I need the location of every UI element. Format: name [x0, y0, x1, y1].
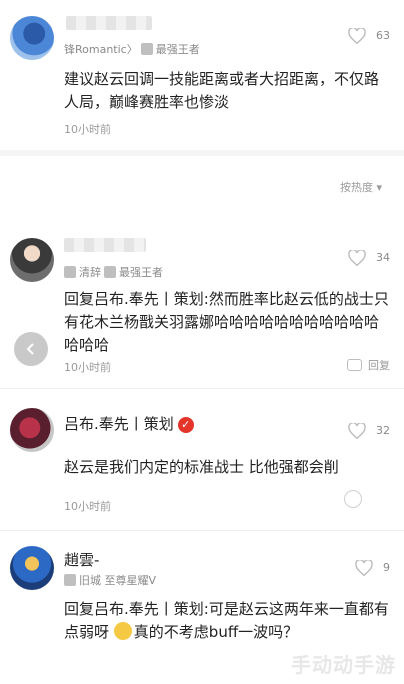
user-line: 旧城 至尊星耀V	[64, 572, 156, 588]
comment-text-after: 真的不考虑buff一波吗？	[133, 623, 299, 641]
user-tag: 最强王者	[119, 266, 163, 279]
level-badge-icon	[64, 574, 76, 586]
heart-icon	[348, 422, 366, 440]
like-count: 32	[376, 424, 390, 437]
comment-text: 回复吕布.奉先丨策划:然而胜率比赵云低的战士只有花木兰杨戬关羽露娜哈哈哈哈哈哈哈…	[64, 290, 389, 354]
comment-text: 回复吕布.奉先丨策划:可是赵云这两年来一直都有点弱呀 真的不考虑buff一波吗？	[64, 598, 390, 644]
user-tag: 最强王者	[155, 43, 200, 56]
username[interactable]: 锋Romantic〉	[64, 43, 138, 56]
smiley-emoji-icon	[113, 622, 132, 640]
back-button[interactable]	[14, 332, 48, 366]
reply-button[interactable]: 回复	[347, 357, 390, 373]
avatar[interactable]	[10, 238, 54, 282]
heart-icon	[348, 249, 366, 267]
heart-icon	[355, 559, 373, 577]
user-line: 清辞 最强王者	[64, 264, 163, 280]
comment-icon	[347, 359, 362, 371]
comment-text: 建议赵云回调一技能距离或者大招距离，不仅路人局，巅峰赛胜率也惨淡	[64, 70, 380, 111]
username[interactable]: 清辞	[79, 266, 101, 279]
avatar[interactable]	[10, 546, 54, 590]
like-button[interactable]: 63	[348, 27, 390, 45]
divider	[0, 530, 404, 531]
user-tag: 旧城 至尊星耀V	[79, 574, 157, 587]
comment-time: 10小时前	[64, 123, 111, 136]
like-button[interactable]: 9	[355, 559, 390, 577]
avatar[interactable]	[10, 408, 54, 452]
watermark: 手动动手游	[291, 653, 396, 677]
comment-time: 10小时前	[64, 361, 111, 374]
divider	[0, 388, 404, 389]
like-button[interactable]: 34	[348, 249, 390, 267]
heart-icon	[348, 27, 366, 45]
chevron-left-icon	[26, 343, 34, 355]
comment-time: 10小时前	[64, 500, 111, 513]
divider	[0, 150, 404, 156]
comment-card-2: 清辞 最强王者 34 回复吕布.奉先丨策划:然而胜率比赵云低的战士只有花木兰杨戬关…	[0, 230, 404, 380]
sort-label: 按热度	[339, 181, 373, 194]
like-count: 9	[383, 561, 390, 574]
username-blurred	[64, 238, 146, 252]
like-count: 63	[376, 29, 390, 42]
username-text: 吕布.奉先丨策划	[64, 415, 174, 433]
username[interactable]: 吕布.奉先丨策划 ✓	[64, 413, 194, 434]
like-count: 34	[376, 251, 390, 264]
comment-card-3: 吕布.奉先丨策划 ✓ 32 赵云是我们内定的标准战士 比他强都会削 10小时前	[0, 396, 404, 526]
level-badge-icon	[64, 266, 76, 278]
username[interactable]: 趙雲-	[64, 549, 99, 570]
comment-text: 赵云是我们内定的标准战士 比他强都会削	[64, 458, 339, 476]
chevron-down-icon: ▾	[372, 181, 382, 194]
username-blurred	[66, 16, 152, 30]
avatar[interactable]	[10, 16, 54, 60]
like-button[interactable]: 32	[348, 422, 390, 440]
scroll-indicator[interactable]	[344, 490, 362, 508]
level-badge-icon	[140, 43, 153, 55]
comment-card-1: 锋Romantic〉 最强王者 63 建议赵云回调一技能距离或者大招距离，不仅路人…	[0, 0, 404, 150]
rank-badge-icon	[104, 266, 116, 278]
sort-toggle[interactable]: 按热度 ▾	[340, 179, 382, 195]
user-line: 锋Romantic〉 最强王者	[64, 41, 200, 57]
reply-label: 回复	[368, 359, 390, 372]
verified-icon: ✓	[177, 417, 194, 433]
